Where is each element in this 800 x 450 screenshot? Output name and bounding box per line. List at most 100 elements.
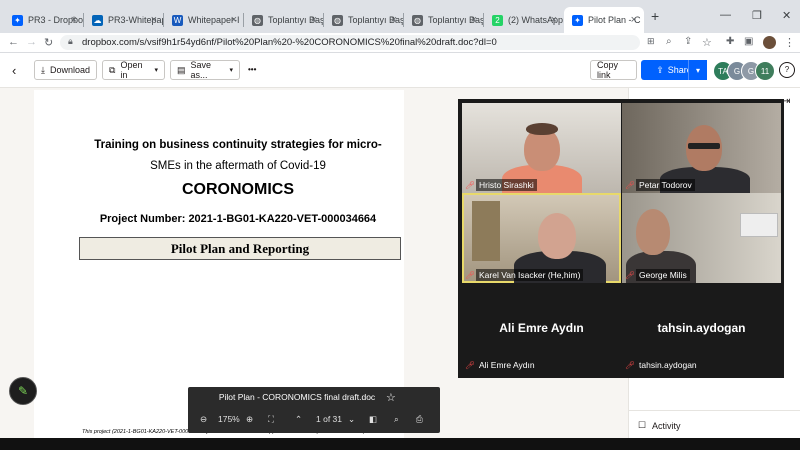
participant-name: Ali Emre Aydın <box>479 360 535 370</box>
collaborator-avatar[interactable]: 11 <box>755 61 775 81</box>
person-head <box>538 213 576 259</box>
tab-close-icon[interactable]: × <box>311 14 317 26</box>
browser-tab[interactable]: ◍ Toplantıyı Başl × <box>324 7 404 33</box>
word-icon: W <box>172 14 183 26</box>
extensions-icon[interactable]: ✚ <box>726 36 734 47</box>
tab-close-icon[interactable]: × <box>471 14 477 26</box>
doc-plan-heading: Pilot Plan and Reporting <box>79 237 401 260</box>
page-indicator: 1 of 31 <box>316 414 342 424</box>
participant-name: Petar Todorov <box>636 179 695 191</box>
share-page-icon[interactable]: ⇪ <box>684 36 692 47</box>
url-text[interactable]: dropbox.com/s/vsif9h1r54yd6nf/Pilot%20Pl… <box>82 35 497 50</box>
doc-project-name: CORONOMICS <box>182 181 294 198</box>
tab-separator <box>163 13 164 27</box>
back-chevron-icon[interactable]: ‹ <box>12 63 16 78</box>
taskbar-strip <box>0 438 800 450</box>
zoom-in-icon[interactable]: ⊕ <box>246 414 253 425</box>
sidebar-toggle-icon[interactable]: ◧ <box>369 414 377 425</box>
bookmark-star-icon[interactable]: ☆ <box>702 36 712 49</box>
search-icon[interactable]: ⌕ <box>394 414 399 425</box>
glasses <box>688 143 720 149</box>
mic-muted-icon: 🎤︎ <box>465 181 476 190</box>
participant-display-name: Ali Emre Aydın <box>499 321 584 335</box>
fullscreen-icon[interactable]: ⛶ <box>268 414 274 425</box>
tab-close-icon[interactable]: × <box>551 14 557 26</box>
profile-avatar[interactable] <box>763 36 776 49</box>
sidepanel-icon[interactable]: ▣ <box>744 36 753 47</box>
participant-name: George Milis <box>636 269 690 281</box>
copy-link-button[interactable]: Copy link <box>590 60 637 80</box>
browser-tab[interactable]: W Whitepaper-I × <box>164 7 244 33</box>
maximize-icon[interactable]: ❐ <box>752 9 762 22</box>
share-dropdown-button[interactable]: ▾ <box>688 60 707 80</box>
browser-tab[interactable]: ✦ Pilot Plan - C × <box>564 7 644 33</box>
panel-divider <box>628 410 800 411</box>
forward-icon[interactable]: → <box>26 36 37 48</box>
prev-page-icon[interactable]: ⌃ <box>295 414 302 425</box>
video-tile-no-camera[interactable]: tahsin.aydogan 🎤︎ tahsin.aydogan <box>622 283 781 373</box>
air-conditioner <box>740 213 778 237</box>
tab-separator <box>243 13 244 27</box>
tab-close-icon[interactable]: × <box>631 14 637 26</box>
tab-close-icon[interactable]: × <box>151 14 157 26</box>
download-button[interactable]: ⤓ Download <box>34 60 97 80</box>
participant-display-name: tahsin.aydogan <box>657 321 746 335</box>
tab-close-icon[interactable]: × <box>71 14 77 26</box>
open-in-button[interactable]: ⧉ Open in ▾ <box>102 60 165 80</box>
edit-pencil-button[interactable]: ✎ <box>9 377 37 405</box>
zoom-out-icon[interactable]: ⊖ <box>200 414 207 425</box>
download-icon: ⤓ <box>41 64 45 75</box>
participant-name: Hristo Sirashki <box>476 179 537 191</box>
share-icon: ⇪ <box>656 64 664 75</box>
tab-separator <box>83 13 84 27</box>
activity-label[interactable]: Activity <box>652 421 681 431</box>
person-head <box>636 209 670 255</box>
onedrive-icon: ☁ <box>92 14 103 26</box>
new-tab-button[interactable]: + <box>651 8 659 24</box>
reload-icon[interactable]: ↻ <box>44 36 53 49</box>
zoom-glass-icon[interactable]: ⌕ <box>666 36 672 47</box>
mic-muted-icon: 🎤︎ <box>465 271 476 280</box>
lock-icon[interactable]: 🔒︎ <box>68 36 73 47</box>
bookshelf <box>472 201 500 261</box>
window-close-icon[interactable]: ✕ <box>782 9 791 22</box>
video-tile[interactable]: 🎤︎ George Milis <box>622 193 781 283</box>
pencil-icon: ✎ <box>17 384 29 398</box>
person-hair <box>526 123 558 135</box>
chevron-down-icon: ▾ <box>229 67 233 74</box>
video-tile[interactable]: 🎤︎ Petar Todorov <box>622 103 781 193</box>
save-as-button[interactable]: ▤ Save as... ▾ <box>170 60 240 80</box>
more-options-button[interactable]: ••• <box>248 65 256 74</box>
tab-close-icon[interactable]: × <box>231 14 237 26</box>
mic-muted-icon: 🎤︎ <box>625 271 636 280</box>
mic-muted-icon: 🎤︎ <box>465 361 476 370</box>
globe-icon: ◍ <box>332 14 343 26</box>
participant-name: Karel Van Isacker (He,him) <box>476 269 584 281</box>
doc-title-line2: SMEs in the aftermath of Covid-19 <box>150 160 326 172</box>
browser-tab[interactable]: 2 (2) WhatsApp × <box>484 7 564 33</box>
tab-close-icon[interactable]: × <box>391 14 397 26</box>
help-icon[interactable]: ? <box>779 62 795 78</box>
video-tile-no-camera[interactable]: Ali Emre Aydın 🎤︎ Ali Emre Aydın <box>462 283 621 373</box>
whatsapp-icon: 2 <box>492 14 503 26</box>
browser-tab[interactable]: ☁PR3-Whitepaper× <box>84 7 164 33</box>
dropbox-icon: ✦ <box>12 14 23 26</box>
browser-tab[interactable]: ◍ Toplantıyı Başl × <box>404 7 484 33</box>
next-page-icon[interactable]: ⌄ <box>348 414 355 425</box>
mic-muted-icon: 🎤︎ <box>625 181 636 190</box>
save-icon: ▤ <box>177 64 186 75</box>
video-tile-active-speaker[interactable]: 🎤︎ Karel Van Isacker (He,him) <box>462 193 621 283</box>
zoom-level[interactable]: 175% <box>218 414 240 424</box>
browser-menu-icon[interactable]: ⋮ <box>784 36 795 49</box>
browser-tab[interactable]: ◍ Toplantıyı Başl × <box>244 7 324 33</box>
translate-icon[interactable]: ⊞ <box>647 36 655 47</box>
browser-tab[interactable]: ✦ PR3 - Dropbox × <box>4 7 84 33</box>
video-tile[interactable]: 🎤︎ Hristo Sirashki <box>462 103 621 193</box>
print-icon[interactable]: ⎙ <box>416 414 423 425</box>
back-icon[interactable]: ← <box>8 36 19 48</box>
minimize-icon[interactable]: — <box>720 9 731 21</box>
doc-project-number: Project Number: 2021-1-BG01-KA220-VET-00… <box>99 213 377 225</box>
star-icon[interactable]: ☆ <box>386 391 396 404</box>
globe-icon: ◍ <box>252 14 263 26</box>
dropbox-icon: ✦ <box>572 14 583 26</box>
